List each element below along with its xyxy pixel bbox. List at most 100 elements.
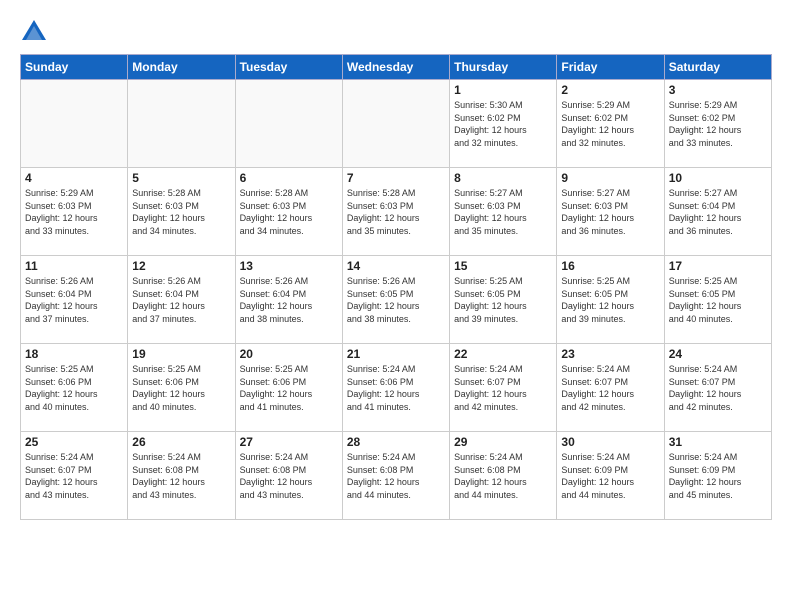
calendar-cell: 3 Sunrise: 5:29 AMSunset: 6:02 PMDaylight… [664, 80, 771, 168]
day-number: 26 [132, 435, 230, 449]
day-info: Sunrise: 5:28 AMSunset: 6:03 PMDaylight:… [132, 187, 230, 237]
weekday-header-wednesday: Wednesday [342, 55, 449, 80]
day-number: 7 [347, 171, 445, 185]
calendar-cell: 15 Sunrise: 5:25 AMSunset: 6:05 PMDayligh… [450, 256, 557, 344]
day-info: Sunrise: 5:24 AMSunset: 6:08 PMDaylight:… [132, 451, 230, 501]
calendar-cell: 21 Sunrise: 5:24 AMSunset: 6:06 PMDayligh… [342, 344, 449, 432]
day-info: Sunrise: 5:24 AMSunset: 6:09 PMDaylight:… [669, 451, 767, 501]
day-number: 3 [669, 83, 767, 97]
day-info: Sunrise: 5:25 AMSunset: 6:06 PMDaylight:… [132, 363, 230, 413]
header [20, 18, 772, 46]
day-info: Sunrise: 5:25 AMSunset: 6:06 PMDaylight:… [240, 363, 338, 413]
calendar-cell [128, 80, 235, 168]
day-number: 1 [454, 83, 552, 97]
day-number: 29 [454, 435, 552, 449]
week-row-0: 1 Sunrise: 5:30 AMSunset: 6:02 PMDaylight… [21, 80, 772, 168]
day-number: 16 [561, 259, 659, 273]
day-number: 24 [669, 347, 767, 361]
calendar-cell [235, 80, 342, 168]
weekday-header-tuesday: Tuesday [235, 55, 342, 80]
day-info: Sunrise: 5:26 AMSunset: 6:04 PMDaylight:… [25, 275, 123, 325]
day-number: 2 [561, 83, 659, 97]
day-info: Sunrise: 5:25 AMSunset: 6:05 PMDaylight:… [454, 275, 552, 325]
calendar-cell: 20 Sunrise: 5:25 AMSunset: 6:06 PMDayligh… [235, 344, 342, 432]
calendar-cell: 1 Sunrise: 5:30 AMSunset: 6:02 PMDaylight… [450, 80, 557, 168]
day-info: Sunrise: 5:27 AMSunset: 6:04 PMDaylight:… [669, 187, 767, 237]
day-number: 21 [347, 347, 445, 361]
day-info: Sunrise: 5:24 AMSunset: 6:06 PMDaylight:… [347, 363, 445, 413]
day-info: Sunrise: 5:24 AMSunset: 6:07 PMDaylight:… [669, 363, 767, 413]
day-number: 19 [132, 347, 230, 361]
calendar-cell: 10Sunrise: 5:27 AMSunset: 6:04 PMDayligh… [664, 168, 771, 256]
week-row-2: 11 Sunrise: 5:26 AMSunset: 6:04 PMDayligh… [21, 256, 772, 344]
calendar-cell: 13 Sunrise: 5:26 AMSunset: 6:04 PMDayligh… [235, 256, 342, 344]
day-number: 15 [454, 259, 552, 273]
calendar-cell: 25 Sunrise: 5:24 AMSunset: 6:07 PMDayligh… [21, 432, 128, 520]
day-info: Sunrise: 5:24 AMSunset: 6:08 PMDaylight:… [347, 451, 445, 501]
week-row-4: 25 Sunrise: 5:24 AMSunset: 6:07 PMDayligh… [21, 432, 772, 520]
day-info: Sunrise: 5:25 AMSunset: 6:05 PMDaylight:… [561, 275, 659, 325]
calendar-cell [342, 80, 449, 168]
calendar: SundayMondayTuesdayWednesdayThursdayFrid… [20, 54, 772, 520]
day-number: 20 [240, 347, 338, 361]
day-number: 27 [240, 435, 338, 449]
day-number: 28 [347, 435, 445, 449]
weekday-header-friday: Friday [557, 55, 664, 80]
day-info: Sunrise: 5:26 AMSunset: 6:04 PMDaylight:… [132, 275, 230, 325]
day-info: Sunrise: 5:28 AMSunset: 6:03 PMDaylight:… [240, 187, 338, 237]
day-number: 14 [347, 259, 445, 273]
weekday-header-saturday: Saturday [664, 55, 771, 80]
calendar-cell: 22 Sunrise: 5:24 AMSunset: 6:07 PMDayligh… [450, 344, 557, 432]
calendar-cell: 16 Sunrise: 5:25 AMSunset: 6:05 PMDayligh… [557, 256, 664, 344]
day-number: 30 [561, 435, 659, 449]
day-number: 9 [561, 171, 659, 185]
week-row-3: 18 Sunrise: 5:25 AMSunset: 6:06 PMDayligh… [21, 344, 772, 432]
day-number: 12 [132, 259, 230, 273]
day-info: Sunrise: 5:27 AMSunset: 6:03 PMDaylight:… [454, 187, 552, 237]
calendar-cell: 24 Sunrise: 5:24 AMSunset: 6:07 PMDayligh… [664, 344, 771, 432]
calendar-cell: 5 Sunrise: 5:28 AMSunset: 6:03 PMDaylight… [128, 168, 235, 256]
day-number: 23 [561, 347, 659, 361]
calendar-cell: 7 Sunrise: 5:28 AMSunset: 6:03 PMDaylight… [342, 168, 449, 256]
day-info: Sunrise: 5:27 AMSunset: 6:03 PMDaylight:… [561, 187, 659, 237]
day-number: 11 [25, 259, 123, 273]
weekday-header-row: SundayMondayTuesdayWednesdayThursdayFrid… [21, 55, 772, 80]
calendar-cell: 29 Sunrise: 5:24 AMSunset: 6:08 PMDayligh… [450, 432, 557, 520]
day-number: 18 [25, 347, 123, 361]
page: SundayMondayTuesdayWednesdayThursdayFrid… [0, 0, 792, 612]
day-number: 6 [240, 171, 338, 185]
calendar-cell: 9 Sunrise: 5:27 AMSunset: 6:03 PMDaylight… [557, 168, 664, 256]
calendar-cell: 28 Sunrise: 5:24 AMSunset: 6:08 PMDayligh… [342, 432, 449, 520]
calendar-cell: 6 Sunrise: 5:28 AMSunset: 6:03 PMDaylight… [235, 168, 342, 256]
calendar-cell: 30 Sunrise: 5:24 AMSunset: 6:09 PMDayligh… [557, 432, 664, 520]
day-info: Sunrise: 5:24 AMSunset: 6:07 PMDaylight:… [454, 363, 552, 413]
calendar-cell: 8Sunrise: 5:27 AMSunset: 6:03 PMDaylight… [450, 168, 557, 256]
day-info: Sunrise: 5:28 AMSunset: 6:03 PMDaylight:… [347, 187, 445, 237]
calendar-cell [21, 80, 128, 168]
day-info: Sunrise: 5:24 AMSunset: 6:08 PMDaylight:… [240, 451, 338, 501]
day-info: Sunrise: 5:29 AMSunset: 6:02 PMDaylight:… [561, 99, 659, 149]
week-row-1: 4 Sunrise: 5:29 AMSunset: 6:03 PMDaylight… [21, 168, 772, 256]
day-info: Sunrise: 5:24 AMSunset: 6:08 PMDaylight:… [454, 451, 552, 501]
calendar-cell: 23Sunrise: 5:24 AMSunset: 6:07 PMDayligh… [557, 344, 664, 432]
day-number: 5 [132, 171, 230, 185]
day-info: Sunrise: 5:26 AMSunset: 6:04 PMDaylight:… [240, 275, 338, 325]
day-number: 17 [669, 259, 767, 273]
day-info: Sunrise: 5:30 AMSunset: 6:02 PMDaylight:… [454, 99, 552, 149]
weekday-header-thursday: Thursday [450, 55, 557, 80]
day-info: Sunrise: 5:24 AMSunset: 6:09 PMDaylight:… [561, 451, 659, 501]
day-number: 13 [240, 259, 338, 273]
calendar-cell: 18Sunrise: 5:25 AMSunset: 6:06 PMDayligh… [21, 344, 128, 432]
day-number: 25 [25, 435, 123, 449]
calendar-cell: 4 Sunrise: 5:29 AMSunset: 6:03 PMDaylight… [21, 168, 128, 256]
day-info: Sunrise: 5:29 AMSunset: 6:03 PMDaylight:… [25, 187, 123, 237]
calendar-cell: 11 Sunrise: 5:26 AMSunset: 6:04 PMDayligh… [21, 256, 128, 344]
day-info: Sunrise: 5:29 AMSunset: 6:02 PMDaylight:… [669, 99, 767, 149]
day-info: Sunrise: 5:24 AMSunset: 6:07 PMDaylight:… [25, 451, 123, 501]
day-number: 31 [669, 435, 767, 449]
weekday-header-sunday: Sunday [21, 55, 128, 80]
logo [20, 18, 52, 46]
calendar-cell: 19 Sunrise: 5:25 AMSunset: 6:06 PMDayligh… [128, 344, 235, 432]
day-number: 22 [454, 347, 552, 361]
day-number: 4 [25, 171, 123, 185]
